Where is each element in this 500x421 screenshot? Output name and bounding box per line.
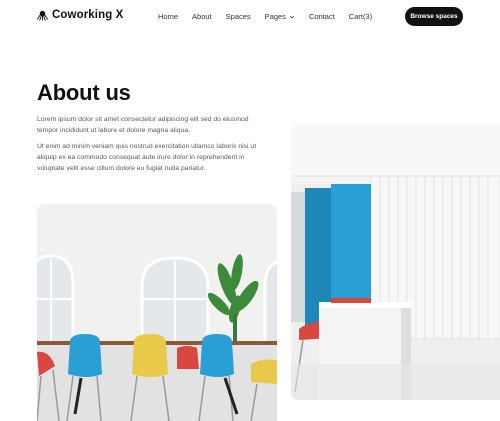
nav-home[interactable]: Home bbox=[158, 12, 178, 21]
nav-cart-label: Cart(3) bbox=[348, 12, 373, 21]
page-title: About us bbox=[37, 80, 131, 105]
browse-spaces-button[interactable]: Browse spaces bbox=[405, 7, 463, 26]
nav-cart[interactable]: Cart(3) bbox=[349, 12, 372, 21]
nav-contact-label: Contact bbox=[308, 12, 335, 21]
nav-pages-dropdown[interactable]: Pages bbox=[265, 12, 295, 21]
chevron-down-icon bbox=[289, 15, 295, 18]
coworking-room-image bbox=[37, 204, 277, 421]
brand-name: Coworking X bbox=[52, 9, 124, 21]
octopus-icon bbox=[37, 10, 48, 21]
nav-contact[interactable]: Contact bbox=[309, 12, 335, 21]
nav-spaces-label: Spaces bbox=[225, 12, 251, 21]
top-nav: Coworking X Home About Spaces Pages Cont… bbox=[0, 0, 500, 34]
brand[interactable]: Coworking X bbox=[37, 9, 123, 21]
nav-about[interactable]: About bbox=[192, 12, 212, 21]
body-paragraph: Ut enim ad minim veniam quis nostrud exe… bbox=[37, 143, 257, 172]
office-interior-image bbox=[291, 124, 500, 400]
intro-paragraph: Lorem ipsum dolor sit amet consectetur a… bbox=[37, 116, 249, 134]
nav-pages-label: Pages bbox=[264, 12, 286, 21]
nav-about-label: About bbox=[192, 12, 212, 21]
main-menu: Home About Spaces Pages Contact Cart(3) bbox=[158, 12, 386, 21]
nav-home-label: Home bbox=[158, 12, 179, 21]
nav-spaces[interactable]: Spaces bbox=[226, 12, 251, 21]
